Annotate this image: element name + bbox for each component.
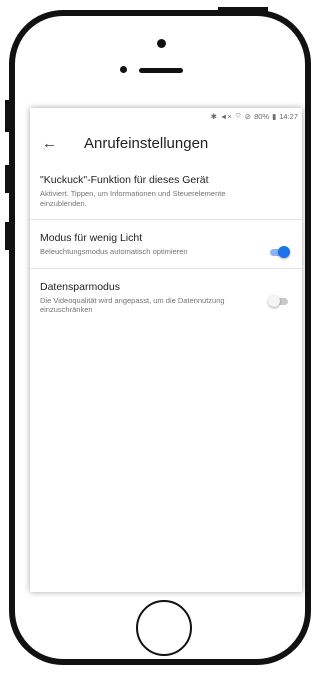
toggle-knob [268,294,280,307]
setting-subtitle: Beleuchtungsmodus automatisch optimieren [40,247,188,256]
settings-list: "Kuckuck"-Funktion für dieses Gerät Akti… [30,162,302,326]
wifi-icon: ⌔ [234,111,242,120]
setting-kuckuck[interactable]: "Kuckuck"-Funktion für dieses Gerät Akti… [30,162,302,220]
home-button[interactable] [136,600,192,656]
app-bar: ← Anrufeinstellungen [30,124,302,162]
setting-data-saver[interactable]: Datensparmodus Die Videoqualität wird an… [30,269,302,326]
data-saver-toggle[interactable] [268,294,290,307]
mute-icon: ◄× [219,111,232,121]
toggle-knob [278,246,290,258]
setting-low-light-mode[interactable]: Modus für wenig Licht Beleuchtungsmodus … [30,220,302,269]
battery-icon: ▮ [272,111,277,121]
screen: ✱ ◄× ⌔ ⊘ 80% ▮ 14:27 ← Anrufeinstellunge… [30,108,302,592]
mute-switch [5,100,11,132]
front-camera [157,39,166,48]
earpiece-speaker [139,68,183,73]
power-button [218,7,268,13]
status-bar: ✱ ◄× ⌔ ⊘ 80% ▮ 14:27 [30,108,302,124]
do-not-disturb-icon: ⊘ [244,111,252,121]
volume-down-button [5,222,11,250]
arrow-left-icon[interactable]: ← [42,135,72,152]
page-title: Anrufeinstellungen [84,134,209,152]
setting-title: Modus für wenig Licht [40,232,143,244]
setting-subtitle: Die Videoqualität wird angepasst, um die… [40,295,225,315]
bluetooth-icon: ✱ [210,111,217,121]
setting-title: "Kuckuck"-Funktion für dieses Gerät [40,174,209,186]
battery-percent: 80% [254,111,270,121]
clock: 14:27 [279,111,298,121]
volume-up-button [5,165,11,193]
setting-subtitle: Aktiviert. Tippen, um Informationen und … [40,189,226,208]
proximity-sensor [120,66,127,73]
low-light-toggle[interactable] [268,246,290,258]
setting-title: Datensparmodus [40,280,120,293]
